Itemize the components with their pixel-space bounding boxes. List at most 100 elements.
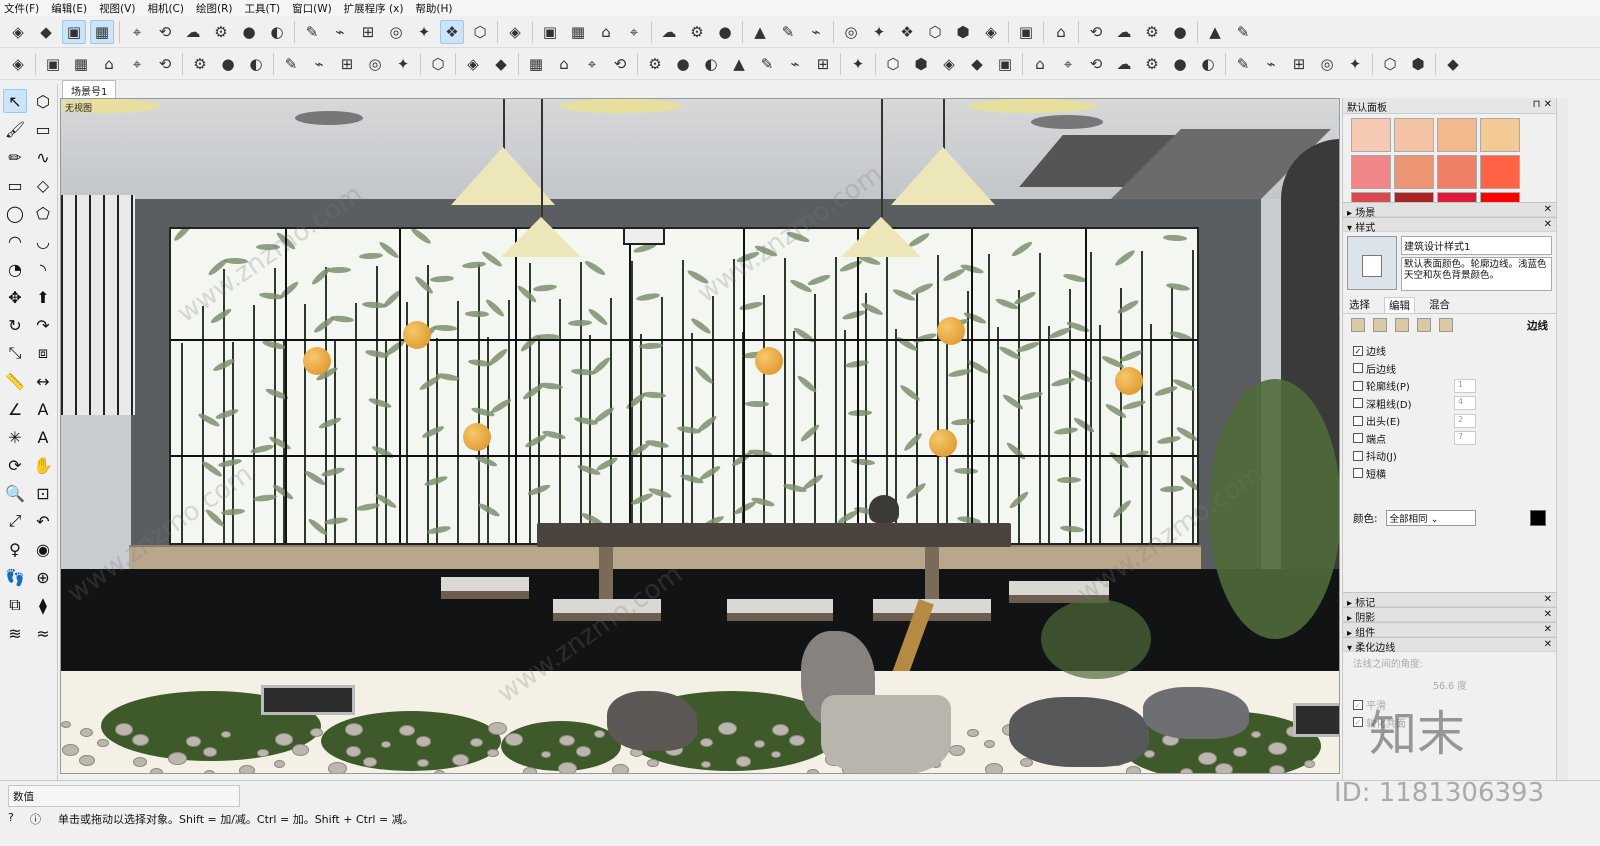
branch2-icon[interactable]: ▲	[727, 52, 751, 76]
purple-circle-icon[interactable]: ⌂	[1049, 20, 1073, 44]
style-name[interactable]: 建筑设计样式1	[1401, 236, 1552, 255]
material-swatch[interactable]	[1480, 118, 1520, 152]
cube-right-icon[interactable]: ◎	[384, 20, 408, 44]
zoom-extents-icon[interactable]: ☁	[657, 20, 681, 44]
protractor-icon[interactable]: ∠	[3, 397, 27, 421]
cube3-icon[interactable]: ✎	[1231, 20, 1255, 44]
curl-icon[interactable]: ⌁	[783, 52, 807, 76]
menu-item-2[interactable]: 视图(V)	[99, 1, 135, 16]
menu-item-8[interactable]: 帮助(H)	[415, 1, 452, 16]
edge-option-row[interactable]: 后边线	[1343, 360, 1556, 378]
section-shadows[interactable]: ▸ 阴影 ✕	[1343, 607, 1556, 624]
tree-icon[interactable]: ⌁	[307, 52, 331, 76]
walk-icon[interactable]: 👣	[3, 565, 27, 589]
line-tool-icon[interactable]: ⬡	[881, 52, 905, 76]
bench-icon[interactable]: ✦	[846, 52, 870, 76]
offset-icon[interactable]: ⧈	[31, 341, 55, 365]
section-tags[interactable]: ▸ 标记 ✕	[1343, 592, 1556, 609]
tab-scene-1[interactable]: 场景号1	[62, 80, 117, 98]
edge-option-row[interactable]: 轮廓线(P) 1	[1343, 377, 1556, 395]
section-icon[interactable]: ⊕	[31, 565, 55, 589]
house-icon[interactable]: ●	[237, 20, 261, 44]
paper-icon[interactable]: ▣	[41, 52, 65, 76]
download-icon[interactable]: ▲	[748, 20, 772, 44]
cube-icon[interactable]: ✎	[300, 20, 324, 44]
section-soften-edges[interactable]: ▾ 柔化边线 ✕	[1343, 637, 1556, 654]
snake-icon[interactable]: ⊞	[811, 52, 835, 76]
spider-icon[interactable]: ⚙	[643, 52, 667, 76]
followme-icon[interactable]: ↷	[31, 313, 55, 337]
edge-settings-icon[interactable]	[1351, 318, 1365, 332]
eraser-icon[interactable]: ▭	[31, 117, 55, 141]
rectangle-icon[interactable]: ▭	[3, 173, 27, 197]
cube-shaded-icon[interactable]: ❖	[440, 19, 464, 44]
cloud-search-icon[interactable]: ▦	[566, 20, 590, 44]
temple-icon[interactable]: ◐	[1196, 52, 1220, 76]
box-icon[interactable]: ◆	[34, 20, 58, 44]
ruby-icon[interactable]: ▣	[1014, 20, 1038, 44]
cube-blue-icon[interactable]: ⬡	[468, 20, 492, 44]
checkbox[interactable]	[1353, 380, 1363, 391]
axes-icon[interactable]: ✳	[3, 425, 27, 449]
text-icon[interactable]: A	[31, 397, 55, 421]
pinwheel-icon[interactable]: ◈	[979, 20, 1003, 44]
rotated-rect-icon[interactable]: ◇	[31, 173, 55, 197]
material-swatch[interactable]	[1351, 155, 1391, 189]
tab-edit[interactable]: 编辑	[1384, 296, 1415, 313]
dot3-icon[interactable]: ❖	[895, 20, 919, 44]
sandbox2-icon[interactable]: ⧫	[31, 593, 55, 617]
mirror-icon[interactable]: ✎	[1231, 52, 1255, 76]
sandbox4-icon[interactable]: ≈	[31, 621, 55, 645]
material-swatch[interactable]	[1394, 155, 1434, 189]
section-scenes[interactable]: ▸ 场景 ✕	[1343, 202, 1556, 219]
freehand-icon[interactable]: ∿	[31, 145, 55, 169]
tray-scrollbar[interactable]	[1556, 98, 1568, 780]
edge-option-row[interactable]: 短横	[1343, 465, 1556, 483]
material-swatch[interactable]	[1437, 155, 1477, 189]
material-swatch[interactable]	[1394, 192, 1434, 202]
stairs-icon[interactable]: ▦	[524, 52, 548, 76]
checkbox[interactable]	[1353, 398, 1363, 409]
camera-icon[interactable]: ☁	[1112, 20, 1136, 44]
dot4-icon[interactable]: ⬡	[923, 20, 947, 44]
chrome-icon[interactable]: ⌁	[804, 20, 828, 44]
sandbox-icon[interactable]: ⧉	[3, 593, 27, 617]
orbit-icon[interactable]: ⟳	[3, 453, 27, 477]
tab-select[interactable]: 选择	[1349, 297, 1370, 312]
arch-icon[interactable]: ✎	[755, 52, 779, 76]
edge-option-value[interactable]: 1	[1454, 378, 1476, 393]
gear2-icon[interactable]: ▲	[1203, 20, 1227, 44]
fence-icon[interactable]: ●	[1168, 52, 1192, 76]
face-settings-icon[interactable]	[1373, 318, 1387, 332]
menu-item-1[interactable]: 编辑(E)	[51, 1, 87, 16]
style-thumbnail[interactable]	[1347, 236, 1397, 290]
select-icon[interactable]: ◈	[6, 20, 30, 44]
menu-item-0[interactable]: 文件(F)	[4, 1, 39, 16]
prev-view-icon[interactable]: ↶	[31, 509, 55, 533]
column-icon[interactable]: ⌂	[552, 52, 576, 76]
section-styles[interactable]: ▾ 样式 ✕	[1343, 217, 1556, 234]
circle-logo-icon[interactable]: ⬢	[1406, 52, 1430, 76]
phone-icon[interactable]: ⊞	[1287, 52, 1311, 76]
refresh-check-icon[interactable]: ●	[713, 20, 737, 44]
flag-icon[interactable]: ⚙	[1140, 52, 1164, 76]
position-camera-icon[interactable]: ♀	[3, 537, 27, 561]
3d-icon[interactable]: ⟲	[153, 20, 177, 44]
branch-icon[interactable]: ◐	[699, 52, 723, 76]
dot-icon[interactable]: ◎	[839, 20, 863, 44]
pin-close-icon[interactable]: ⊓ ✕	[1533, 99, 1552, 112]
timer-icon[interactable]: ●	[1168, 20, 1192, 44]
stack-icon[interactable]: ◐	[244, 52, 268, 76]
look-around-icon[interactable]: ◉	[31, 537, 55, 561]
sandbox-icon[interactable]: ◈	[503, 20, 527, 44]
info-icon[interactable]: ◆	[489, 52, 513, 76]
mail-icon[interactable]: ◈	[461, 52, 485, 76]
network-icon[interactable]: ⚙	[685, 20, 709, 44]
checkbox[interactable]	[1353, 415, 1363, 426]
checker-icon[interactable]: ◎	[363, 52, 387, 76]
brush-icon[interactable]: ✦	[1343, 52, 1367, 76]
edge-option-row[interactable]: ✓ 边线	[1343, 342, 1556, 360]
style-description[interactable]: 默认表面颜色。轮廓边线。浅蓝色天空和灰色背景颜色。	[1401, 257, 1552, 291]
box-active-icon[interactable]: ▣	[62, 19, 86, 44]
pencil-icon[interactable]: ✏	[3, 145, 27, 169]
